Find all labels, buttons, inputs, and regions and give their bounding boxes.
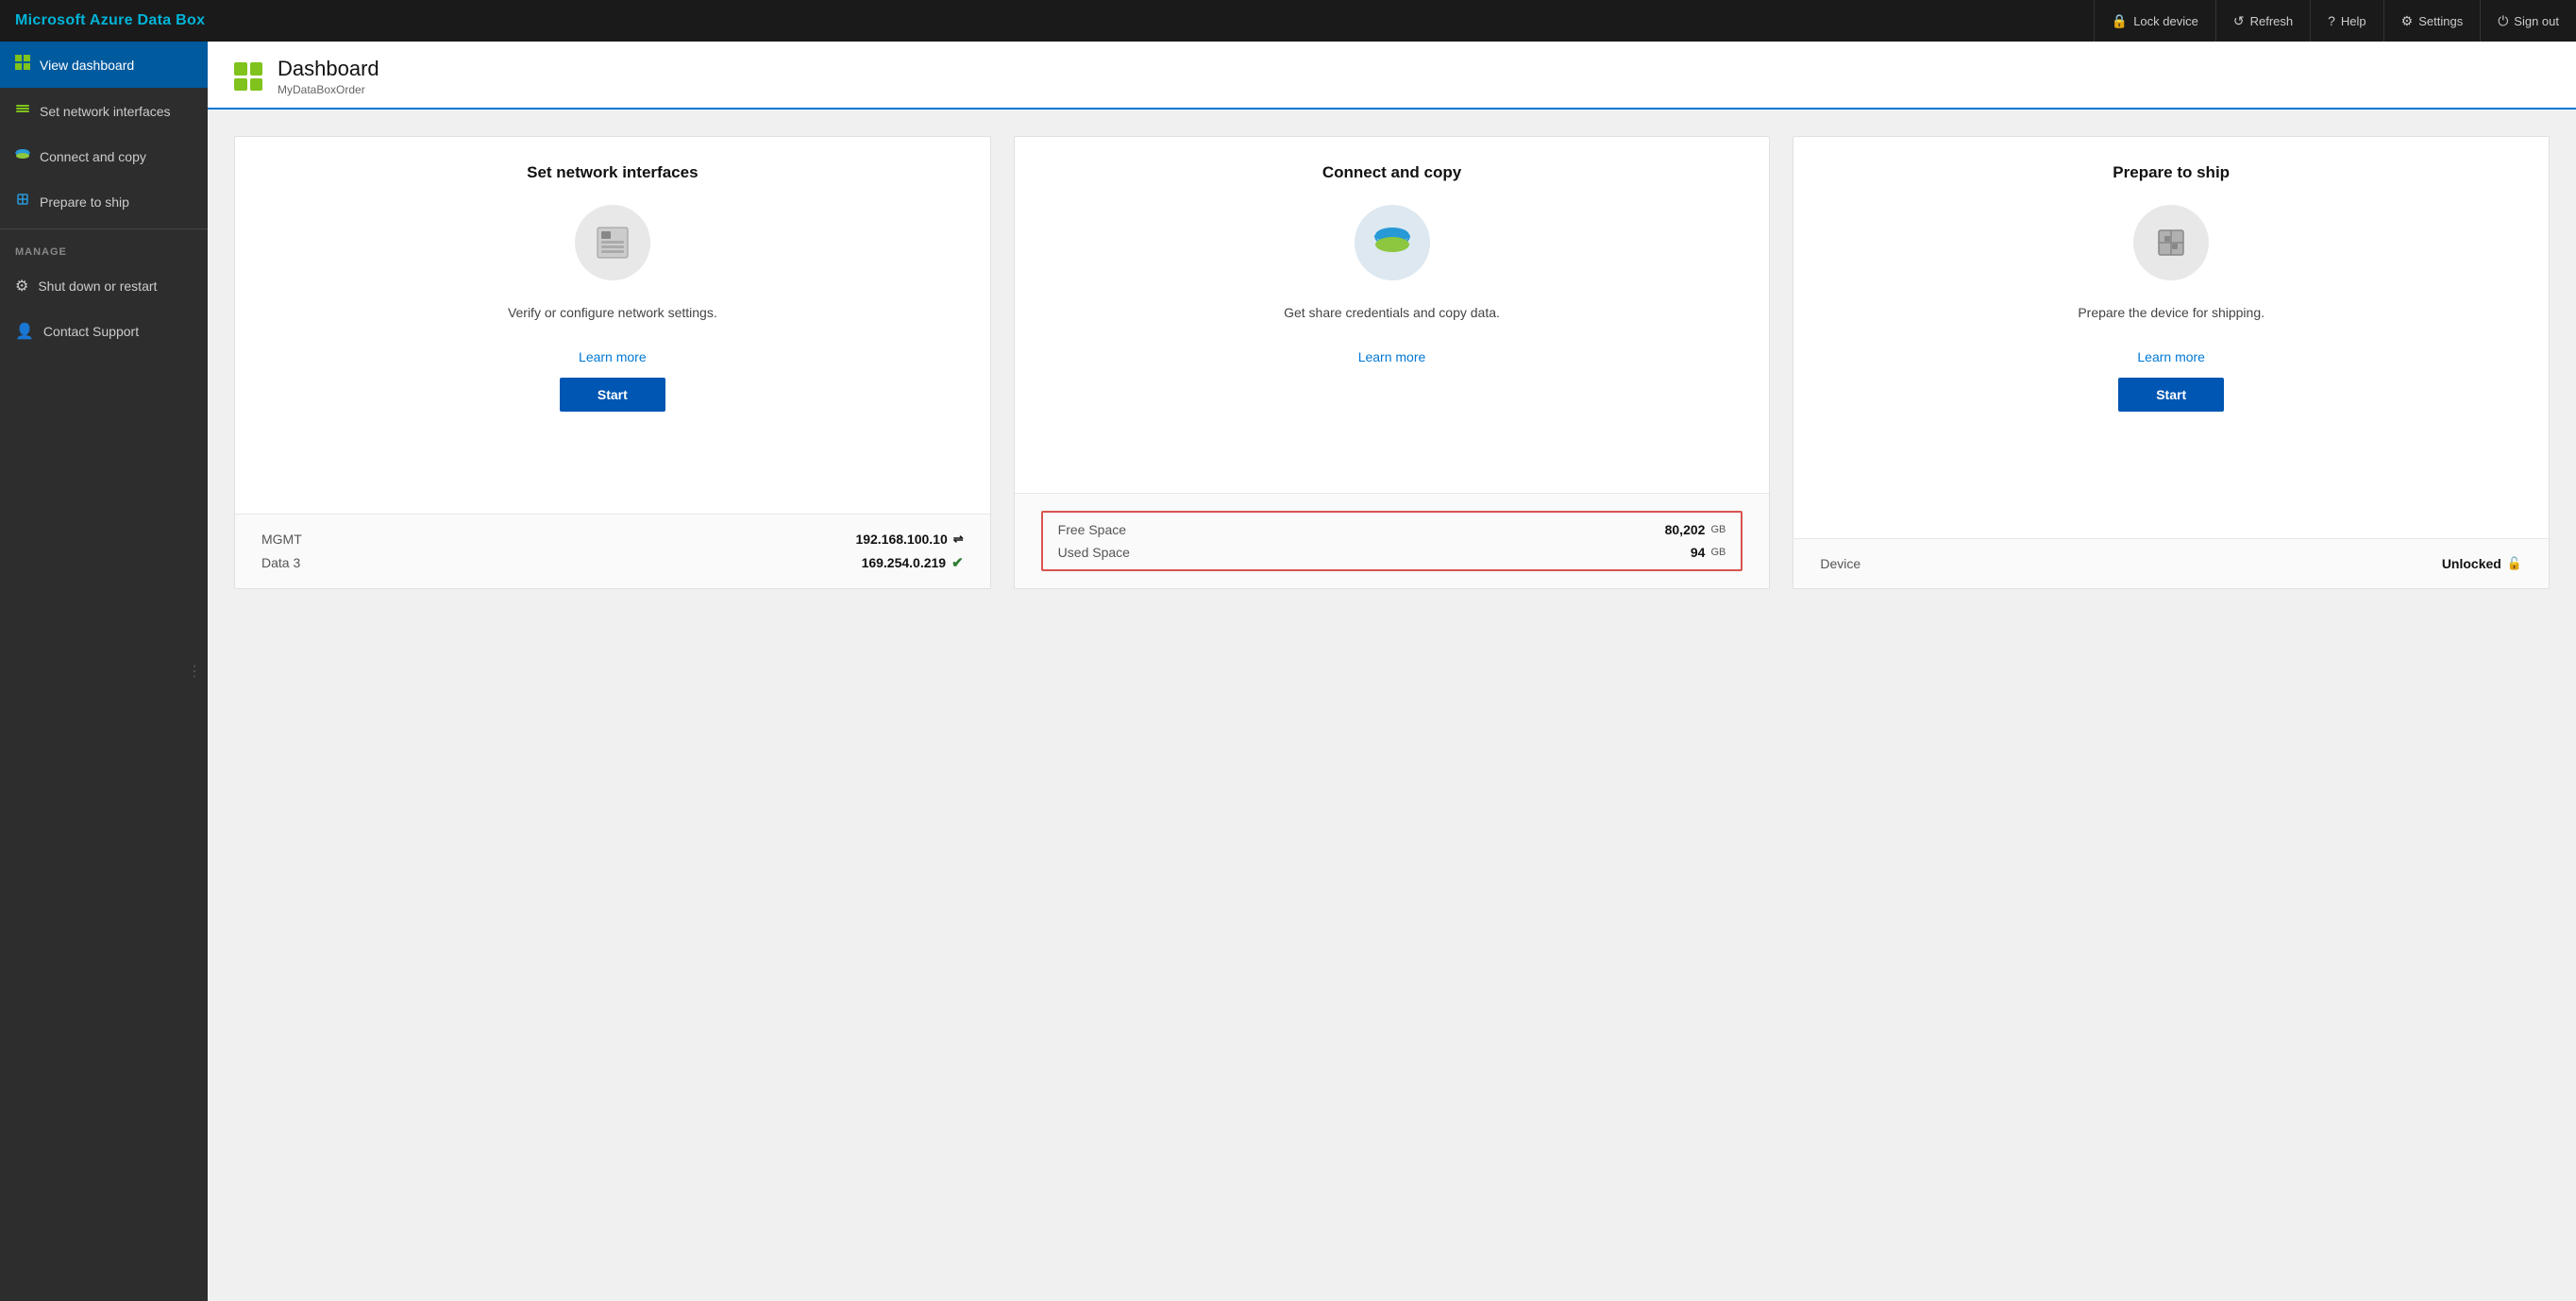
sidebar-item-set-network-interfaces[interactable]: Set network interfaces <box>0 88 208 134</box>
mgmt-value: 192.168.100.10 ⇌ <box>855 532 963 547</box>
data3-value: 169.254.0.219 ✔ <box>862 554 964 571</box>
unlock-icon: 🔓 <box>2507 556 2522 571</box>
gear-icon: ⚙ <box>2401 13 2414 29</box>
sidebar-support-label: Contact Support <box>43 324 139 339</box>
dashboard-header-icon <box>234 62 262 91</box>
data3-label: Data 3 <box>261 555 300 570</box>
ship-icon <box>15 192 30 211</box>
network-card-top: Set network interfaces Verify or configu… <box>235 137 990 514</box>
page-header-text: Dashboard MyDataBoxOrder <box>278 57 379 96</box>
data3-status-icon: ✔ <box>951 554 964 571</box>
settings-button[interactable]: ⚙ Settings <box>2383 0 2481 42</box>
used-space-value: 94 GB <box>1691 545 1726 560</box>
lock-device-label: Lock device <box>2133 14 2198 28</box>
copy-learn-more-link[interactable]: Learn more <box>1358 349 1426 364</box>
refresh-button[interactable]: ↺ Refresh <box>2215 0 2310 42</box>
mgmt-label: MGMT <box>261 532 302 547</box>
brand-title: Microsoft Azure Data Box <box>15 12 205 29</box>
sidebar-item-contact-support[interactable]: 👤 Contact Support <box>0 309 208 354</box>
ship-learn-more-link[interactable]: Learn more <box>2137 349 2205 364</box>
sidebar-shutdown-label: Shut down or restart <box>38 279 157 294</box>
network-card: Set network interfaces Verify or configu… <box>234 136 991 589</box>
sidebar-item-view-dashboard[interactable]: View dashboard <box>0 42 208 88</box>
sidebar-network-label: Set network interfaces <box>40 104 171 119</box>
ship-card-title: Prepare to ship <box>2113 163 2230 182</box>
network-mgmt-row: MGMT 192.168.100.10 ⇌ <box>261 532 964 547</box>
sidebar-item-shut-down-restart[interactable]: ⚙ Shut down or restart <box>0 263 208 309</box>
support-icon: 👤 <box>15 322 34 341</box>
sidebar: View dashboard Set network interfaces <box>0 42 208 1301</box>
network-icon <box>15 101 30 121</box>
help-button[interactable]: ? Help <box>2310 0 2383 42</box>
copy-card: Connect and copy Get share credentials a… <box>1014 136 1771 589</box>
free-space-unit: GB <box>1710 524 1726 535</box>
network-card-bottom: MGMT 192.168.100.10 ⇌ Data 3 169.254.0.2… <box>235 514 990 588</box>
lock-device-button[interactable]: 🔒 Lock device <box>2094 0 2215 42</box>
ship-card-top: Prepare to ship Prepare the device for s… <box>1793 137 2549 538</box>
ship-card: Prepare to ship Prepare the device for s… <box>1793 136 2550 589</box>
copy-space-info: Free Space 80,202 GB Used Space 94 GB <box>1041 511 1743 571</box>
network-card-description: Verify or configure network settings. <box>508 303 717 323</box>
network-start-button[interactable]: Start <box>560 378 665 412</box>
sidebar-divider <box>0 228 208 229</box>
sidebar-resize-handle[interactable]: ⋮ <box>187 662 202 681</box>
used-space-label: Used Space <box>1058 545 1130 560</box>
dashboard-icon <box>15 55 30 75</box>
sign-out-button[interactable]: ⏻ Sign out <box>2480 0 2576 42</box>
help-label: Help <box>2341 14 2366 28</box>
refresh-label: Refresh <box>2250 14 2294 28</box>
page-subtitle: MyDataBoxOrder <box>278 83 379 96</box>
restart-icon: ⚙ <box>15 277 28 296</box>
sidebar-item-prepare-to-ship[interactable]: Prepare to ship <box>0 178 208 225</box>
network-learn-more-link[interactable]: Learn more <box>579 349 647 364</box>
mgmt-status-icon: ⇌ <box>953 532 964 547</box>
sidebar-ship-label: Prepare to ship <box>40 194 129 210</box>
copy-card-description: Get share credentials and copy data. <box>1284 303 1500 323</box>
used-space-unit: GB <box>1710 547 1726 558</box>
device-status-row: Device Unlocked 🔓 <box>1820 556 2522 571</box>
sidebar-manage-label: MANAGE <box>0 233 208 263</box>
sidebar-copy-label: Connect and copy <box>40 149 146 164</box>
copy-card-icon <box>1355 205 1430 280</box>
ship-card-bottom: Device Unlocked 🔓 <box>1793 538 2549 588</box>
copy-card-top: Connect and copy Get share credentials a… <box>1015 137 1770 493</box>
sign-out-label: Sign out <box>2514 14 2559 28</box>
settings-label: Settings <box>2418 14 2463 28</box>
used-space-row: Used Space 94 GB <box>1058 545 1726 560</box>
cards-area: Set network interfaces Verify or configu… <box>208 110 2576 1301</box>
refresh-icon: ↺ <box>2233 13 2245 29</box>
network-card-icon <box>575 205 650 280</box>
copy-card-title: Connect and copy <box>1322 163 1461 182</box>
ship-start-button[interactable]: Start <box>2118 378 2224 412</box>
topbar: Microsoft Azure Data Box 🔒 Lock device ↺… <box>0 0 2576 42</box>
page-title: Dashboard <box>278 57 379 81</box>
sidebar-view-dashboard-label: View dashboard <box>40 58 134 73</box>
lock-icon: 🔒 <box>2112 13 2128 29</box>
topbar-actions: 🔒 Lock device ↺ Refresh ? Help ⚙ Setting… <box>2094 0 2576 42</box>
ship-card-icon <box>2133 205 2209 280</box>
power-icon: ⏻ <box>2498 13 2508 29</box>
network-card-title: Set network interfaces <box>527 163 698 182</box>
copy-icon <box>15 147 30 165</box>
free-space-value: 80,202 GB <box>1665 522 1726 537</box>
page-header: Dashboard MyDataBoxOrder <box>208 42 2576 110</box>
sidebar-item-connect-and-copy[interactable]: Connect and copy <box>0 134 208 178</box>
free-space-row: Free Space 80,202 GB <box>1058 522 1726 537</box>
device-status-value: Unlocked 🔓 <box>2442 556 2522 571</box>
ship-card-description: Prepare the device for shipping. <box>2078 303 2265 323</box>
device-label: Device <box>1820 556 1860 571</box>
network-data3-row: Data 3 169.254.0.219 ✔ <box>261 554 964 571</box>
copy-card-bottom: Free Space 80,202 GB Used Space 94 GB <box>1015 493 1770 588</box>
help-icon: ? <box>2328 13 2335 28</box>
main-layout: View dashboard Set network interfaces <box>0 42 2576 1301</box>
content-area: Dashboard MyDataBoxOrder Set network int… <box>208 42 2576 1301</box>
free-space-label: Free Space <box>1058 522 1126 537</box>
